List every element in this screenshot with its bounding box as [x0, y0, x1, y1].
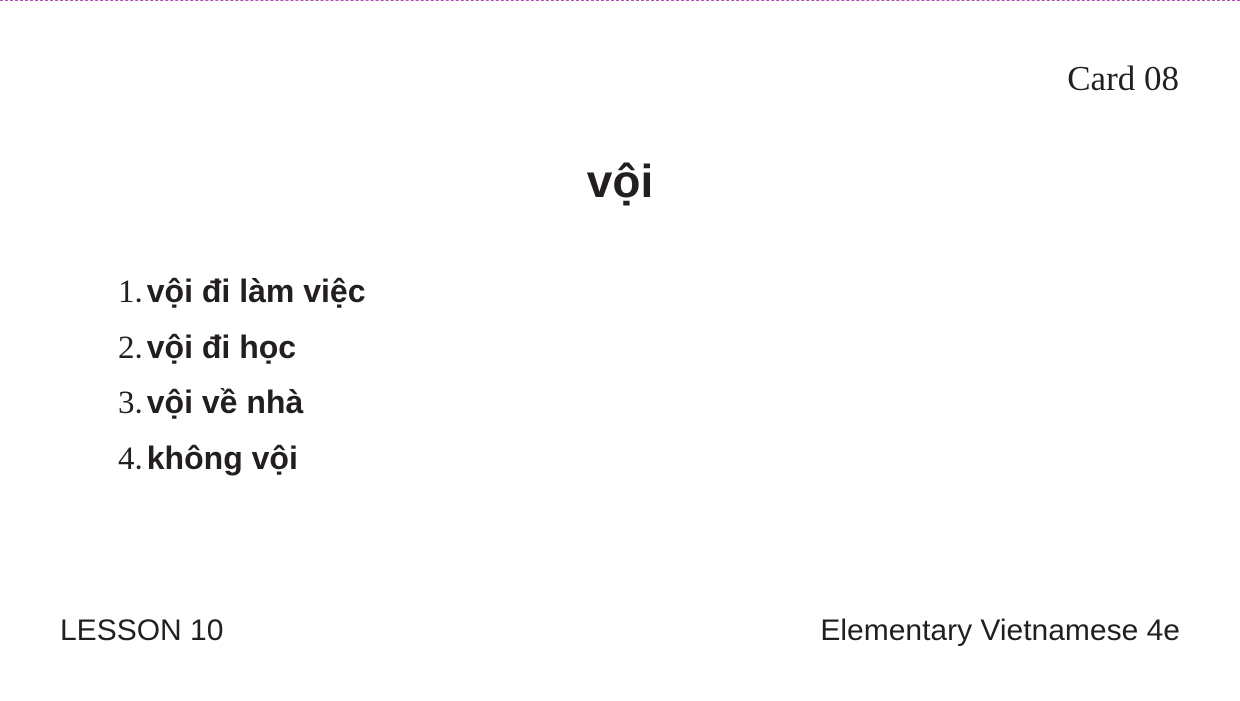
cut-line: [0, 0, 1240, 1]
book-title: Elementary Vietnamese 4e: [820, 614, 1180, 647]
phrase-item: 1. vội đi làm việc: [118, 264, 366, 320]
phrase-number: 1.: [118, 274, 143, 310]
phrase-item: 4. không vội: [118, 431, 366, 487]
phrase-number: 3.: [118, 385, 143, 421]
phrase-list: 1. vội đi làm việc 2. vội đi học 3. vội …: [118, 264, 366, 486]
card-number: Card 08: [1067, 59, 1179, 98]
phrase-text: vội về nhà: [146, 384, 304, 420]
phrase-text: không vội: [146, 439, 298, 476]
headword: vội: [586, 155, 654, 207]
phrase-number: 4.: [118, 440, 143, 477]
phrase-text: vội đi học: [146, 328, 297, 365]
phrase-text: vội đi làm việc: [146, 273, 366, 309]
phrase-item: 2. vội đi học: [118, 320, 366, 376]
flashcard: Card 08 vội 1. vội đi làm việc 2. vội đi…: [0, 0, 1240, 701]
phrase-number: 2.: [118, 329, 143, 366]
phrase-item: 3. vội về nhà: [118, 375, 366, 431]
lesson-label: LESSON 10: [60, 614, 224, 647]
